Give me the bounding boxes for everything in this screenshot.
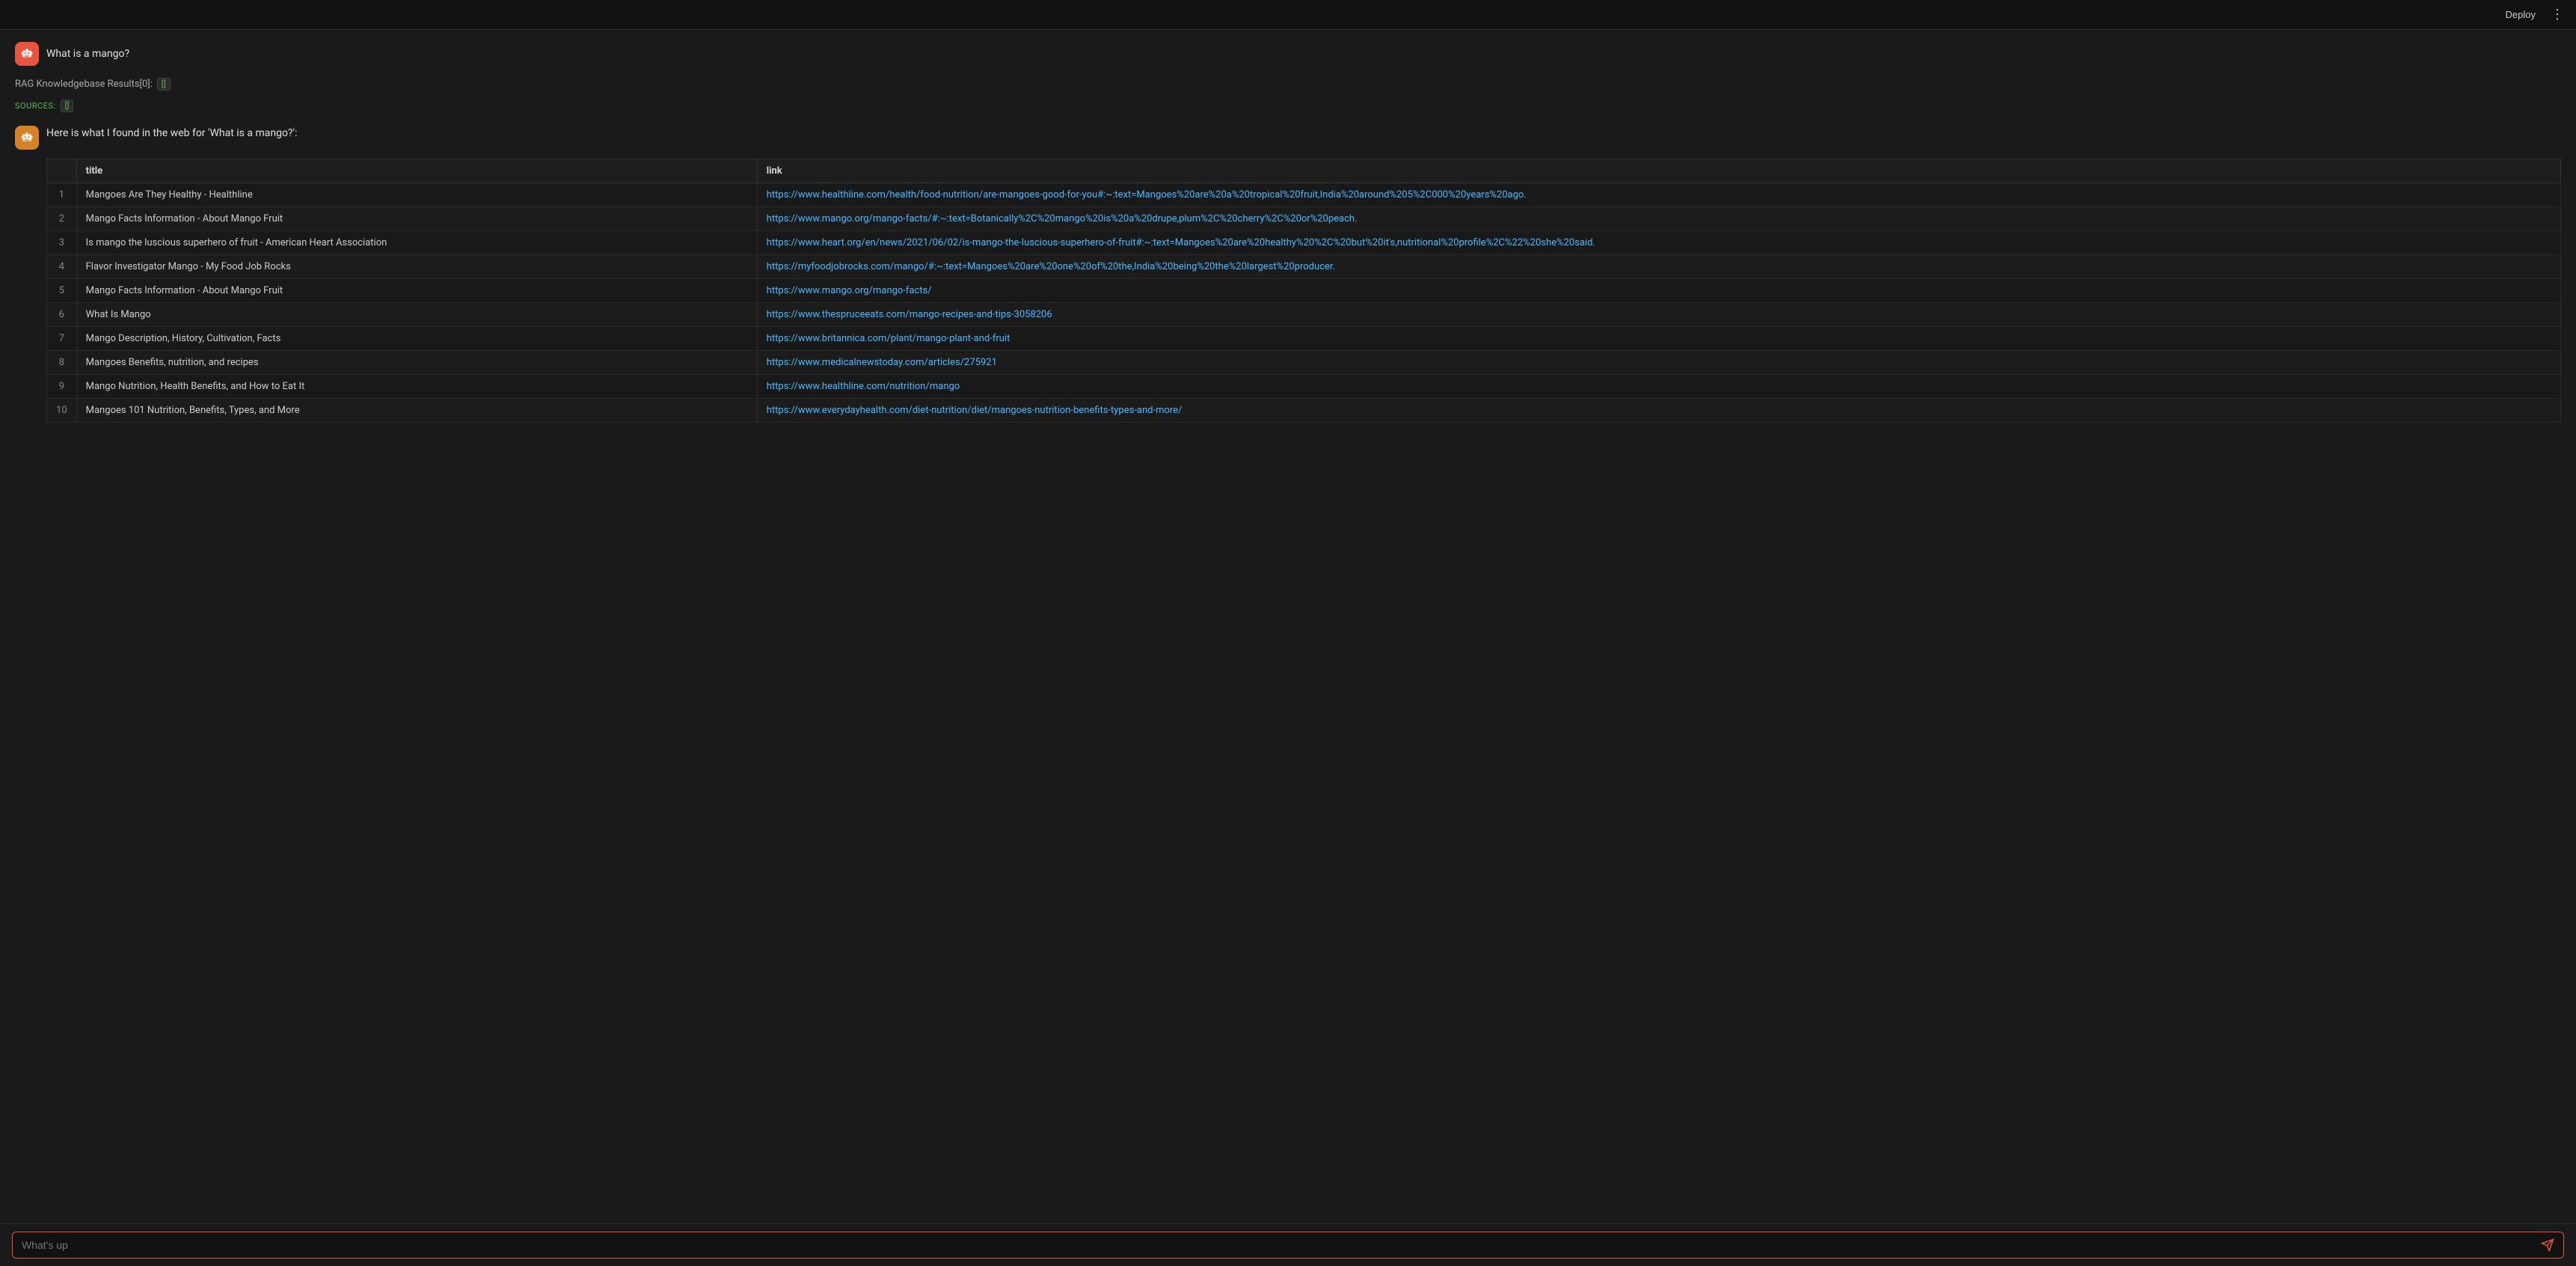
rag-line: RAG Knowledgebase Results[0]: []	[15, 78, 2561, 91]
row-title-cell: Is mango the luscious superhero of fruit…	[76, 231, 757, 255]
table-row: 4Flavor Investigator Mango - My Food Job…	[47, 255, 2561, 279]
row-link-cell: https://www.mango.org/mango-facts/	[757, 279, 2560, 303]
result-link[interactable]: https://www.everydayhealth.com/diet-nutr…	[767, 405, 1183, 416]
sources-badge: []	[61, 100, 74, 112]
bot-message-text: Here is what I found in the web for 'Wha…	[46, 124, 297, 139]
row-title-cell: Mangoes Benefits, nutrition, and recipes	[76, 351, 757, 375]
table-row: 5Mango Facts Information - About Mango F…	[47, 279, 2561, 303]
row-title-cell: Mango Nutrition, Health Benefits, and Ho…	[76, 375, 757, 399]
table-row: 10Mangoes 101 Nutrition, Benefits, Types…	[47, 399, 2561, 423]
deploy-button[interactable]: Deploy	[2500, 6, 2542, 23]
row-title-cell: Mangoes 101 Nutrition, Benefits, Types, …	[76, 399, 757, 423]
main-content: What is a mango? RAG Knowledgebase Resul…	[0, 30, 2576, 1223]
result-link[interactable]: https://myfoodjobrocks.com/mango/#:~:tex…	[767, 261, 1335, 272]
result-link[interactable]: https://www.healthline.com/nutrition/man…	[767, 381, 960, 392]
result-link[interactable]: https://www.mango.org/mango-facts/	[767, 285, 932, 296]
row-link-cell: https://www.britannica.com/plant/mango-p…	[757, 327, 2560, 351]
user-avatar	[15, 42, 39, 66]
chat-input[interactable]	[22, 1239, 2541, 1251]
table-header-row: title link	[47, 159, 2561, 183]
more-icon[interactable]: ⋮	[2551, 7, 2564, 22]
col-header-title: title	[76, 159, 757, 183]
rag-label: RAG Knowledgebase Results[0]:	[15, 79, 153, 90]
row-num-cell: 1	[47, 183, 77, 207]
row-num-cell: 8	[47, 351, 77, 375]
row-link-cell: https://www.medicalnewstoday.com/article…	[757, 351, 2560, 375]
table-row: 2Mango Facts Information - About Mango F…	[47, 207, 2561, 231]
row-title-cell: Mangoes Are They Healthy - Healthline	[76, 183, 757, 207]
input-bar	[0, 1223, 2576, 1266]
row-link-cell: https://www.everydayhealth.com/diet-nutr…	[757, 399, 2560, 423]
sources-label: SOURCES:	[15, 101, 56, 111]
result-link[interactable]: https://www.healthline.com/health/food-n…	[767, 189, 1527, 201]
send-button[interactable]	[2541, 1238, 2554, 1252]
row-num-cell: 2	[47, 207, 77, 231]
table-row: 1Mangoes Are They Healthy - Healthline ht…	[47, 183, 2561, 207]
row-link-cell: https://www.thespruceeats.com/mango-reci…	[757, 303, 2560, 327]
row-num-cell: 10	[47, 399, 77, 423]
result-link[interactable]: https://www.britannica.com/plant/mango-p…	[767, 333, 1011, 344]
result-link[interactable]: https://www.thespruceeats.com/mango-reci…	[767, 309, 1052, 320]
table-row: 8Mangoes Benefits, nutrition, and recipe…	[47, 351, 2561, 375]
results-table-container: title link 1Mangoes Are They Healthy - H…	[46, 159, 2561, 423]
results-table: title link 1Mangoes Are They Healthy - H…	[46, 159, 2561, 423]
user-message-text: What is a mango?	[46, 48, 129, 60]
row-num-cell: 4	[47, 255, 77, 279]
user-message-row: What is a mango?	[15, 42, 2561, 66]
row-num-cell: 7	[47, 327, 77, 351]
row-link-cell: https://www.healthline.com/nutrition/man…	[757, 375, 2560, 399]
result-link[interactable]: https://www.mango.org/mango-facts/#:~:te…	[767, 213, 1358, 224]
row-title-cell: Mango Facts Information - About Mango Fr…	[76, 279, 757, 303]
row-num-cell: 9	[47, 375, 77, 399]
table-row: 6What Is Mango https://www.thespruceeats.…	[47, 303, 2561, 327]
rag-badge: []	[157, 78, 171, 91]
result-link[interactable]: https://www.heart.org/en/news/2021/06/02…	[767, 237, 1595, 248]
robot-icon	[20, 47, 34, 61]
row-link-cell: https://www.healthline.com/health/food-n…	[757, 183, 2560, 207]
top-bar: Deploy ⋮	[0, 0, 2576, 30]
row-num-cell: 3	[47, 231, 77, 255]
sources-line: SOURCES: []	[15, 100, 2561, 112]
table-row: 7Mango Description, History, Cultivation…	[47, 327, 2561, 351]
bot-avatar	[15, 126, 39, 150]
row-link-cell: https://www.heart.org/en/news/2021/06/02…	[757, 231, 2560, 255]
row-link-cell: https://myfoodjobrocks.com/mango/#:~:tex…	[757, 255, 2560, 279]
row-link-cell: https://www.mango.org/mango-facts/#:~:te…	[757, 207, 2560, 231]
table-row: 9Mango Nutrition, Health Benefits, and H…	[47, 375, 2561, 399]
bot-robot-icon	[20, 131, 34, 144]
row-num-cell: 6	[47, 303, 77, 327]
bot-message-row: Here is what I found in the web for 'Wha…	[15, 124, 2561, 150]
send-icon	[2541, 1238, 2554, 1252]
row-title-cell: Mango Description, History, Cultivation,…	[76, 327, 757, 351]
col-header-empty	[47, 159, 77, 183]
row-title-cell: What Is Mango	[76, 303, 757, 327]
table-row: 3Is mango the luscious superhero of frui…	[47, 231, 2561, 255]
row-title-cell: Flavor Investigator Mango - My Food Job …	[76, 255, 757, 279]
result-link[interactable]: https://www.medicalnewstoday.com/article…	[767, 357, 997, 368]
col-header-link: link	[757, 159, 2560, 183]
row-num-cell: 5	[47, 279, 77, 303]
row-title-cell: Mango Facts Information - About Mango Fr…	[76, 207, 757, 231]
input-wrapper	[12, 1232, 2564, 1259]
